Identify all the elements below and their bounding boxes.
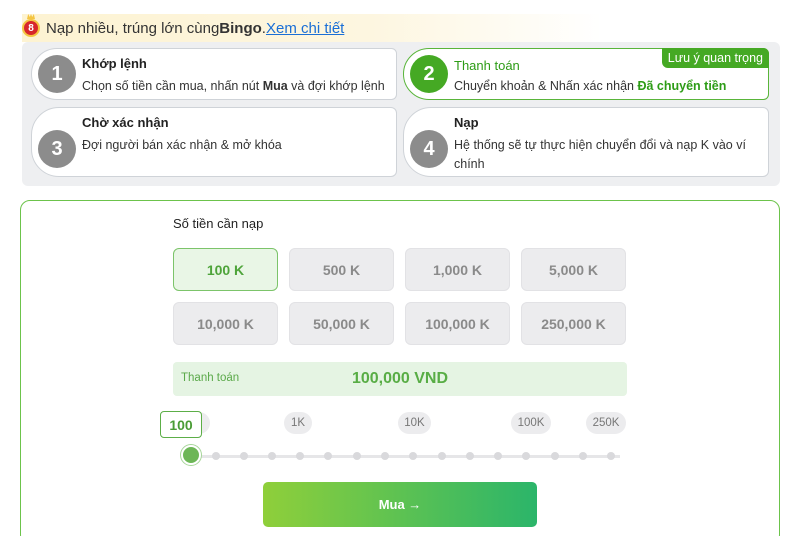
bingo-logo-icon: 8 bbox=[22, 19, 40, 37]
slider-step-dot[interactable] bbox=[579, 452, 587, 460]
slider-step-dot[interactable] bbox=[296, 452, 304, 460]
amount-option-10000k[interactable]: 10,000 K bbox=[173, 302, 278, 345]
promo-brand: Bingo bbox=[219, 19, 262, 37]
amount-option-50000k[interactable]: 50,000 K bbox=[289, 302, 394, 345]
slider-step-dot[interactable] bbox=[494, 452, 502, 460]
step-description: Chọn số tiền cần mua, nhấn nút Mua và đợ… bbox=[82, 79, 385, 93]
amount-option-1000k[interactable]: 1,000 K bbox=[405, 248, 510, 291]
slider-step-dot[interactable] bbox=[438, 452, 446, 460]
step-1: 1 Khớp lệnh Chọn số tiền cần mua, nhấn n… bbox=[31, 48, 397, 100]
slider-tick-100k[interactable]: 100K bbox=[511, 412, 551, 434]
step-4: 4 Nạp Hệ thống sẽ tự thực hiện chuyển đổ… bbox=[403, 107, 769, 177]
amount-option-5000k[interactable]: 5,000 K bbox=[521, 248, 626, 291]
slider-step-dot[interactable] bbox=[324, 452, 332, 460]
slider-step-dot[interactable] bbox=[268, 452, 276, 460]
step-title: Nạp bbox=[454, 115, 479, 130]
slider-step-dot[interactable] bbox=[607, 452, 615, 460]
slider-step-dot[interactable] bbox=[353, 452, 361, 460]
amount-option-500k[interactable]: 500 K bbox=[289, 248, 394, 291]
slider-step-dot[interactable] bbox=[551, 452, 559, 460]
promo-text: Nạp nhiều, trúng lớn cùng bbox=[46, 19, 220, 37]
important-note-badge: Lưu ý quan trọng bbox=[661, 48, 769, 68]
step-number: 1 bbox=[38, 55, 76, 93]
promo-details-link[interactable]: Xem chi tiết bbox=[266, 20, 344, 37]
amount-option-100k[interactable]: 100 K bbox=[173, 248, 278, 291]
step-description: Hệ thống sẽ tự thực hiện chuyển đổi và n… bbox=[454, 138, 746, 171]
payment-summary: Thanh toán 100,000 VND bbox=[173, 362, 627, 396]
step-title: Thanh toán bbox=[454, 58, 520, 73]
slider-value-tooltip: 100 bbox=[160, 411, 202, 438]
amount-option-250000k[interactable]: 250,000 K bbox=[521, 302, 626, 345]
step-2: 2 Thanh toán Chuyển khoản & Nhấn xác nhậ… bbox=[403, 48, 769, 100]
slider-step-dot[interactable] bbox=[381, 452, 389, 460]
step-title: Chờ xác nhận bbox=[82, 115, 169, 130]
step-3: 3 Chờ xác nhận Đợi người bán xác nhận & … bbox=[31, 107, 397, 177]
step-description: Chuyển khoản & Nhấn xác nhận Đã chuyển t… bbox=[454, 79, 727, 93]
slider-step-dot[interactable] bbox=[466, 452, 474, 460]
step-description: Đợi người bán xác nhận & mở khóa bbox=[82, 138, 282, 152]
promo-banner: 8 Nạp nhiều, trúng lớn cùng Bingo. Xem c… bbox=[22, 14, 602, 42]
step-number: 3 bbox=[38, 130, 76, 168]
slider-tick-1k[interactable]: 1K bbox=[284, 412, 312, 434]
slider-step-dot[interactable] bbox=[522, 452, 530, 460]
payment-value: 100,000 VND bbox=[351, 370, 449, 387]
buy-button[interactable]: Mua → bbox=[263, 482, 537, 527]
slider-step-dot[interactable] bbox=[240, 452, 248, 460]
slider-step-dot[interactable] bbox=[212, 452, 220, 460]
step-number: 2 bbox=[410, 55, 448, 93]
slider-tick-250k[interactable]: 250K bbox=[586, 412, 626, 434]
amount-label: Số tiền cần nạp bbox=[173, 216, 264, 231]
amount-option-100000k[interactable]: 100,000 K bbox=[405, 302, 510, 345]
slider-step-dot[interactable] bbox=[409, 452, 417, 460]
slider-thumb[interactable] bbox=[181, 445, 201, 465]
step-title: Khớp lệnh bbox=[82, 56, 147, 71]
step-number: 4 bbox=[410, 130, 448, 168]
slider-tick-10k[interactable]: 10K bbox=[398, 412, 431, 434]
